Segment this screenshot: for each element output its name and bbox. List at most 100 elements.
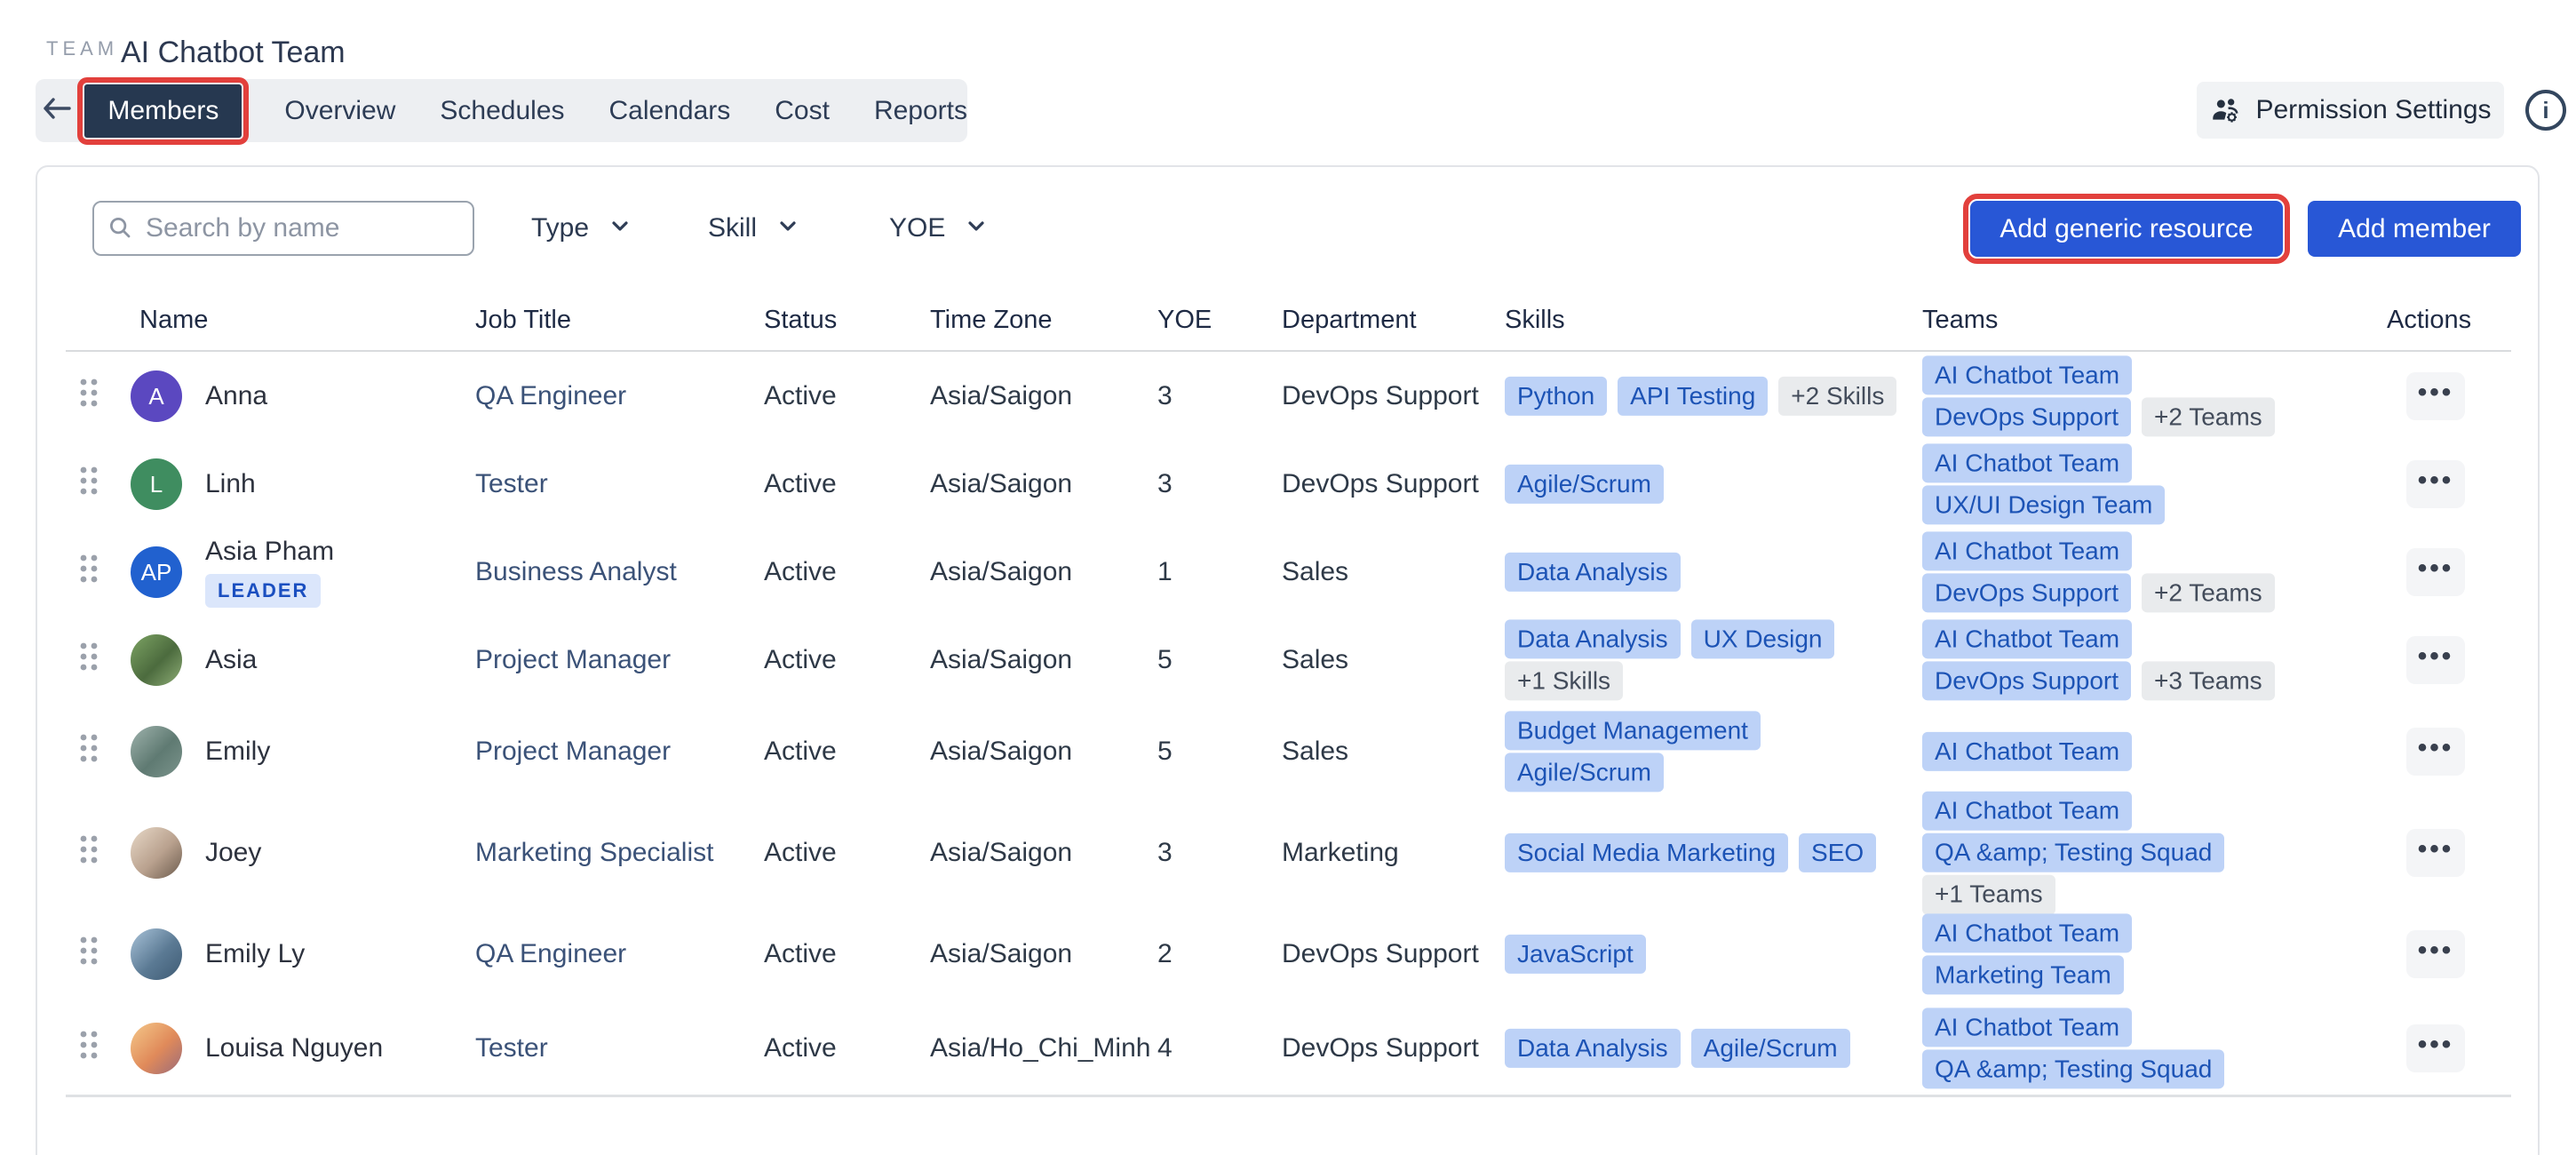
status-cell: Active xyxy=(764,381,837,411)
tab-reports[interactable]: Reports xyxy=(874,96,967,126)
yoe-cell: 1 xyxy=(1157,557,1173,587)
avatar xyxy=(131,827,182,879)
avatar xyxy=(131,726,182,777)
drag-handle[interactable] xyxy=(78,1029,99,1068)
department-cell: DevOps Support xyxy=(1282,381,1479,411)
filter-yoe[interactable]: YOE xyxy=(889,201,984,256)
row-actions-button[interactable]: ••• xyxy=(2406,460,2465,508)
drag-handle[interactable] xyxy=(78,553,99,592)
filter-skill-label: Skill xyxy=(708,213,757,243)
filter-skill[interactable]: Skill xyxy=(708,201,796,256)
add-member-button[interactable]: Add member xyxy=(2308,201,2521,257)
team-navbar: Members Overview Schedules Calendars Cos… xyxy=(36,79,967,142)
tab-cost[interactable]: Cost xyxy=(775,96,830,126)
teams-cell: AI Chatbot TeamMarketing Team xyxy=(1922,911,2132,997)
row-actions-button[interactable]: ••• xyxy=(2406,829,2465,877)
avatar: A xyxy=(131,370,182,422)
teams-cell: AI Chatbot Team xyxy=(1922,729,2132,774)
team-chip: DevOps Support xyxy=(1922,574,2131,613)
member-name: Asia PhamLEADER xyxy=(205,537,334,608)
row-actions-button[interactable]: ••• xyxy=(2406,930,2465,978)
skill-chip: JavaScript xyxy=(1505,935,1646,974)
member-name: Louisa Nguyen xyxy=(205,1033,383,1063)
team-chip: AI Chatbot Team xyxy=(1922,531,2132,570)
teams-cell: AI Chatbot TeamDevOps Support+3 Teams xyxy=(1922,617,2275,703)
column-header-teams: Teams xyxy=(1922,306,1998,335)
users-gear-icon xyxy=(2209,95,2243,125)
yoe-cell: 3 xyxy=(1157,381,1173,411)
permission-settings-button[interactable]: Permission Settings xyxy=(2197,82,2504,139)
department-cell: Marketing xyxy=(1282,838,1399,868)
column-header-yoe: YOE xyxy=(1157,306,1212,335)
add-generic-resource-button[interactable]: Add generic resource xyxy=(1970,201,2283,257)
column-header-skills: Skills xyxy=(1505,306,1565,335)
drag-handle[interactable] xyxy=(78,641,99,680)
time-zone-cell: Asia/Saigon xyxy=(930,557,1072,587)
tab-schedules[interactable]: Schedules xyxy=(440,96,564,126)
actions-cell: ••• xyxy=(2387,930,2485,978)
back-button[interactable] xyxy=(36,96,77,125)
tab-calendars[interactable]: Calendars xyxy=(609,96,731,126)
row-actions-button[interactable]: ••• xyxy=(2406,548,2465,596)
team-chip: QA &amp; Testing Squad xyxy=(1922,1050,2224,1089)
team-chip: DevOps Support xyxy=(1922,662,2131,701)
skill-chip: Agile/Scrum xyxy=(1505,465,1664,504)
member-name: Joey xyxy=(205,838,261,868)
team-chip: UX/UI Design Team xyxy=(1922,486,2165,525)
drag-handle[interactable] xyxy=(78,465,99,504)
department-cell: Sales xyxy=(1282,557,1348,587)
more-chip: +2 Teams xyxy=(2142,574,2275,613)
actions-cell: ••• xyxy=(2387,1024,2485,1072)
filter-type[interactable]: Type xyxy=(531,201,628,256)
avatar: AP xyxy=(131,546,182,598)
filter-type-label: Type xyxy=(531,213,589,243)
skill-chip: Agile/Scrum xyxy=(1505,753,1664,793)
back-arrow-icon xyxy=(41,96,73,125)
status-cell: Active xyxy=(764,737,837,767)
status-cell: Active xyxy=(764,1033,837,1063)
team-chip: AI Chatbot Team xyxy=(1922,443,2132,482)
skill-chip: SEO xyxy=(1799,833,1876,872)
row-actions-button[interactable]: ••• xyxy=(2406,636,2465,684)
status-cell: Active xyxy=(764,557,837,587)
job-title-cell: Project Manager xyxy=(475,645,671,675)
skills-cell: Budget ManagementAgile/Scrum xyxy=(1505,708,1761,794)
more-chip: +1 Skills xyxy=(1505,662,1623,701)
page-title: AI Chatbot Team xyxy=(121,36,346,70)
team-chip: DevOps Support xyxy=(1922,398,2131,437)
tab-overview[interactable]: Overview xyxy=(284,96,395,126)
actions-cell: ••• xyxy=(2387,372,2485,420)
department-cell: Sales xyxy=(1282,645,1348,675)
drag-handle[interactable] xyxy=(78,935,99,974)
table-row: JoeyMarketing SpecialistActiveAsia/Saigo… xyxy=(37,800,2538,906)
time-zone-cell: Asia/Saigon xyxy=(930,469,1072,499)
table-row: APAsia PhamLEADERBusiness AnalystActiveA… xyxy=(37,528,2538,617)
yoe-cell: 4 xyxy=(1157,1033,1173,1063)
status-cell: Active xyxy=(764,838,837,868)
time-zone-cell: Asia/Saigon xyxy=(930,381,1072,411)
table-row: Louisa NguyenTesterActiveAsia/Ho_Chi_Min… xyxy=(37,1002,2538,1095)
yoe-cell: 5 xyxy=(1157,645,1173,675)
drag-handle[interactable] xyxy=(78,833,99,872)
search-box xyxy=(92,201,474,256)
search-input[interactable] xyxy=(92,201,474,256)
member-name-text: Louisa Nguyen xyxy=(205,1033,383,1063)
teams-cell: AI Chatbot Team UX/UI Design Team xyxy=(1922,441,2165,527)
skills-cell: JavaScript xyxy=(1505,932,1646,976)
row-actions-button[interactable]: ••• xyxy=(2406,728,2465,776)
tab-members[interactable]: Members xyxy=(84,84,242,138)
teams-cell: AI Chatbot Team DevOps Support +2 Teams xyxy=(1922,529,2275,615)
drag-handle[interactable] xyxy=(78,377,99,416)
skill-chip: Data Analysis xyxy=(1505,1029,1681,1068)
member-name: Emily xyxy=(205,737,270,767)
skill-chip: Agile/Scrum xyxy=(1691,1029,1850,1068)
drag-handle[interactable] xyxy=(78,732,99,771)
row-actions-button[interactable]: ••• xyxy=(2406,1024,2465,1072)
row-actions-button[interactable]: ••• xyxy=(2406,372,2465,420)
info-icon[interactable]: i xyxy=(2525,90,2566,131)
actions-cell: ••• xyxy=(2387,728,2485,776)
skill-chip: Python xyxy=(1505,377,1607,416)
team-label: TEAM xyxy=(46,37,118,60)
permission-settings-label: Permission Settings xyxy=(2255,95,2491,125)
member-name-text: Emily Ly xyxy=(205,939,305,969)
